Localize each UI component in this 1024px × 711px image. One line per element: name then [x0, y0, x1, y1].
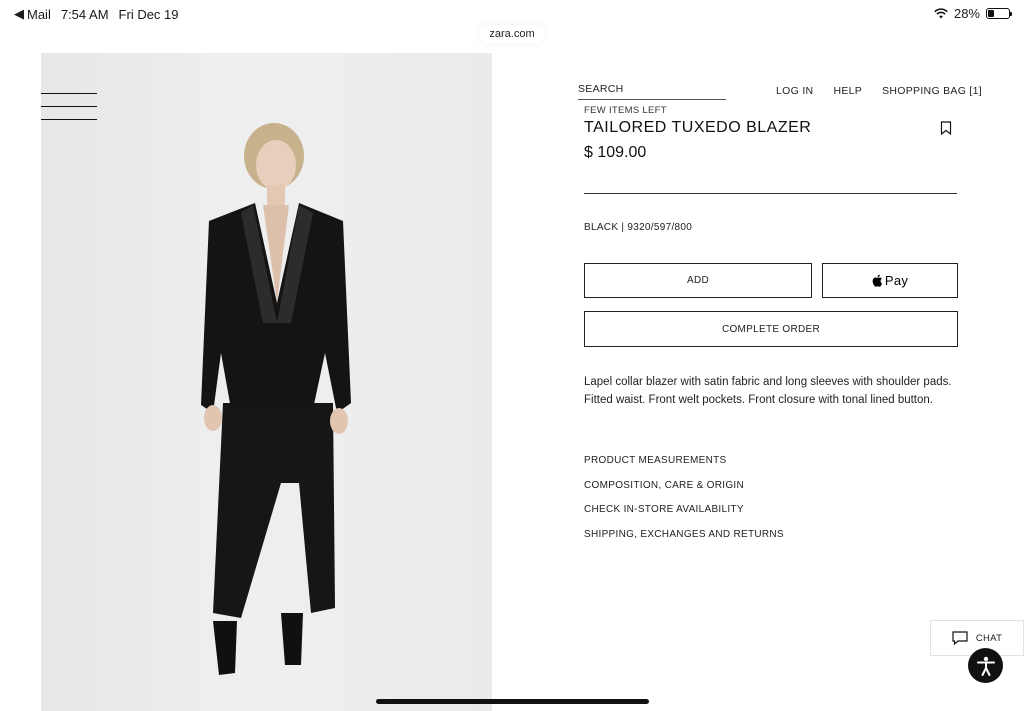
url-bar[interactable]: zara.com [479, 25, 545, 43]
status-time: 7:54 AM [60, 6, 109, 22]
help-link[interactable]: HELP [833, 85, 862, 97]
add-button-label: ADD [686, 275, 709, 286]
accessibility-button[interactable] [968, 648, 1003, 683]
status-bar-left: ◀ Mail 7:54 AM Fri Dec 19 [14, 6, 179, 22]
add-to-bag-button[interactable]: ADD [584, 263, 812, 298]
product-measurements-link[interactable]: PRODUCT MEASUREMENTS [584, 455, 784, 466]
chat-bubble-icon [952, 631, 968, 645]
login-link[interactable]: LOG IN [776, 85, 813, 97]
product-price: $ 109.00 [584, 144, 647, 161]
apple-pay-button[interactable]: Pay [822, 263, 958, 298]
back-app-label: Mail [27, 6, 51, 22]
divider [584, 193, 957, 194]
chat-label: CHAT [975, 632, 1003, 644]
product-description: Lapel collar blazer with satin fabric an… [584, 376, 952, 406]
model-figure [201, 123, 351, 675]
battery-percent: 28% [953, 6, 980, 21]
wifi-icon [934, 8, 948, 19]
complete-order-label: COMPLETE ORDER [721, 323, 821, 335]
composition-care-link[interactable]: COMPOSITION, CARE & ORIGIN [584, 480, 784, 491]
top-nav: LOG IN HELP SHOPPING BAG [1] [776, 85, 982, 97]
status-date: Fri Dec 19 [118, 6, 179, 22]
complete-order-button[interactable]: COMPLETE ORDER [584, 311, 958, 347]
apple-pay-label: Pay [884, 273, 909, 288]
info-links: PRODUCT MEASUREMENTS COMPOSITION, CARE &… [584, 455, 784, 553]
color-reference: BLACK | 9320/597/800 [584, 222, 693, 233]
bookmark-icon[interactable] [940, 121, 952, 135]
accessibility-icon [976, 656, 995, 676]
search-input[interactable]: SEARCH [578, 83, 726, 100]
status-bar-right: 28% [934, 6, 1012, 21]
hamburger-menu-icon[interactable] [41, 93, 97, 123]
product-title: TAILORED TUXEDO BLAZER [584, 119, 812, 136]
back-arrow-icon: ◀ [14, 6, 24, 21]
product-image [41, 53, 492, 711]
shipping-returns-link[interactable]: SHIPPING, EXCHANGES AND RETURNS [584, 529, 784, 540]
home-indicator[interactable] [376, 699, 649, 704]
back-to-app-button[interactable]: ◀ Mail [14, 6, 51, 22]
battery-icon [986, 8, 1012, 19]
store-availability-link[interactable]: CHECK IN-STORE AVAILABILITY [584, 504, 784, 515]
apple-logo-icon [872, 274, 882, 287]
shopping-bag-link[interactable]: SHOPPING BAG [1] [882, 85, 982, 97]
stock-note: FEW ITEMS LEFT [584, 105, 667, 116]
